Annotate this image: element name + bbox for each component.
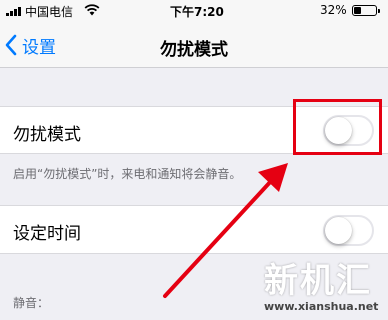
watermark-brand: 新机汇 [264,261,372,301]
battery-level [354,7,361,14]
dnd-label: 勿扰模式 [13,125,81,145]
carrier-name: 中国电信 [25,5,74,19]
scheduled-label: 设定时间 [13,224,81,244]
highlight-box [293,99,382,155]
navigation-bar: 设置 勿扰模式 [0,22,388,68]
status-time: 下午7:20 [170,5,224,19]
scheduled-row: 设定时间 [0,205,388,254]
scheduled-toggle-knob [325,217,352,244]
silence-section-header: 静音： [13,296,50,310]
watermark-url: www.xianshua.net [264,300,379,313]
signal-icon [6,7,24,16]
scheduled-toggle[interactable] [323,215,374,246]
status-bar: 中国电信 下午7:20 32% [0,0,388,22]
wifi-icon [84,4,100,16]
watermark-logo: 新机汇 www.xianshua.net [264,253,384,315]
battery-icon [352,5,380,16]
page-title: 勿扰模式 [160,40,228,60]
battery-percent: 32% [320,3,347,17]
dnd-footnote: 启用“勿扰模式”时，来电和通知将会静音。 [13,167,242,181]
